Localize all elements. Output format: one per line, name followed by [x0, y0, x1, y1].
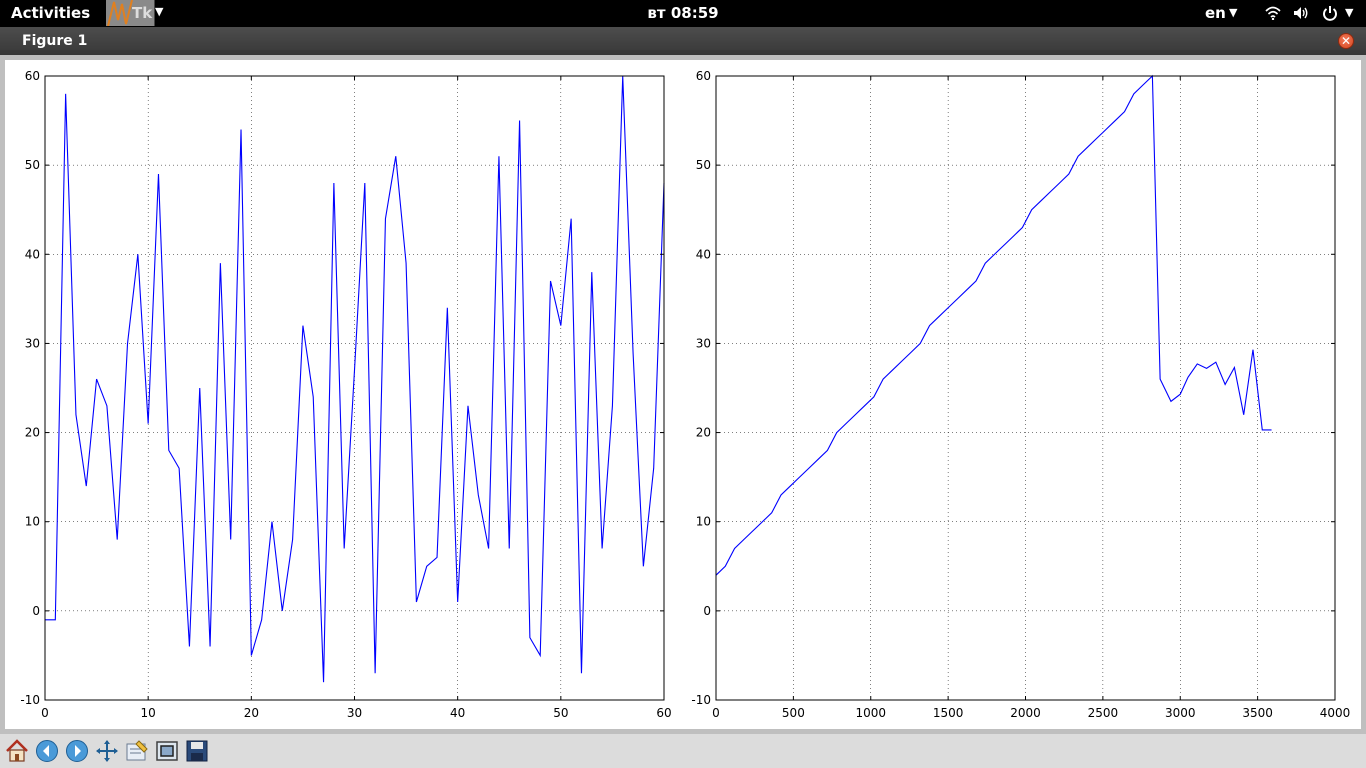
save-icon [186, 740, 208, 762]
figure-background [5, 60, 1361, 729]
y-tick-label: 20 [696, 426, 711, 440]
top-bar: Activities Tk ▼ вт 08:59 en ▼ ▼ [0, 0, 1366, 27]
y-tick-label: -10 [691, 693, 711, 707]
x-tick-label: 30 [347, 706, 362, 720]
x-tick-label: 4000 [1320, 706, 1351, 720]
power-icon[interactable] [1322, 5, 1338, 21]
zoom-to-rectangle-button[interactable] [153, 737, 181, 765]
close-icon: ✕ [1340, 34, 1352, 48]
x-tick-label: 40 [450, 706, 465, 720]
y-tick-label: 60 [25, 69, 40, 83]
x-tick-label: 2000 [1010, 706, 1041, 720]
home-button[interactable] [3, 737, 31, 765]
y-tick-label: -10 [20, 693, 40, 707]
forward-button[interactable] [63, 737, 91, 765]
pan-button[interactable] [93, 737, 121, 765]
y-tick-label: 30 [25, 336, 40, 350]
window-titlebar[interactable]: Figure 1 [0, 27, 1366, 55]
x-tick-label: 0 [41, 706, 49, 720]
y-tick-label: 0 [32, 604, 40, 618]
language-caret-icon[interactable]: ▼ [1229, 6, 1237, 19]
pan-icon [96, 740, 118, 762]
figure-svg: 0 10 20 30 40 50 60-1001020304050600 500 1000 150… [5, 60, 1361, 729]
y-tick-label: 10 [696, 515, 711, 529]
wifi-icon[interactable] [1265, 6, 1281, 20]
y-tick-label: 50 [696, 158, 711, 172]
x-tick-label: 1500 [933, 706, 964, 720]
configure-subplots-icon [126, 740, 148, 761]
y-tick-label: 30 [696, 336, 711, 350]
x-tick-label: 20 [244, 706, 259, 720]
x-tick-label: 0 [712, 706, 720, 720]
window-title: Figure 1 [22, 33, 88, 49]
x-tick-label: 3500 [1242, 706, 1273, 720]
clock[interactable]: вт 08:59 [0, 4, 1366, 22]
configure-subplots-button[interactable] [123, 737, 151, 765]
y-tick-label: 10 [25, 515, 40, 529]
back-button[interactable] [33, 737, 61, 765]
y-tick-label: 20 [25, 426, 40, 440]
language-indicator[interactable]: en [1205, 4, 1226, 22]
y-tick-label: 0 [703, 604, 711, 618]
y-tick-label: 40 [25, 247, 40, 261]
figure-canvas[interactable]: 0 10 20 30 40 50 60 -10 0 10 20 30 40 50 60 0 500 1000 150… [0, 55, 1366, 734]
save-button[interactable] [183, 737, 211, 765]
y-tick-label: 40 [696, 247, 711, 261]
back-icon [36, 740, 58, 762]
forward-icon [66, 740, 88, 762]
x-tick-label: 50 [553, 706, 568, 720]
system-menu-caret-icon[interactable]: ▼ [1345, 6, 1353, 19]
navigation-toolbar [0, 734, 1366, 768]
y-tick-label: 60 [696, 69, 711, 83]
x-tick-label: 3000 [1165, 706, 1196, 720]
close-window-button[interactable]: ✕ [1338, 33, 1354, 49]
home-icon [6, 739, 28, 762]
y-tick-label: 50 [25, 158, 40, 172]
volume-icon[interactable] [1293, 6, 1309, 20]
x-tick-label: 10 [141, 706, 156, 720]
zoom-rect-icon [156, 741, 178, 761]
x-tick-label: 2500 [1088, 706, 1119, 720]
x-tick-label: 1000 [855, 706, 886, 720]
x-tick-label: 500 [782, 706, 805, 720]
x-tick-label: 60 [656, 706, 671, 720]
